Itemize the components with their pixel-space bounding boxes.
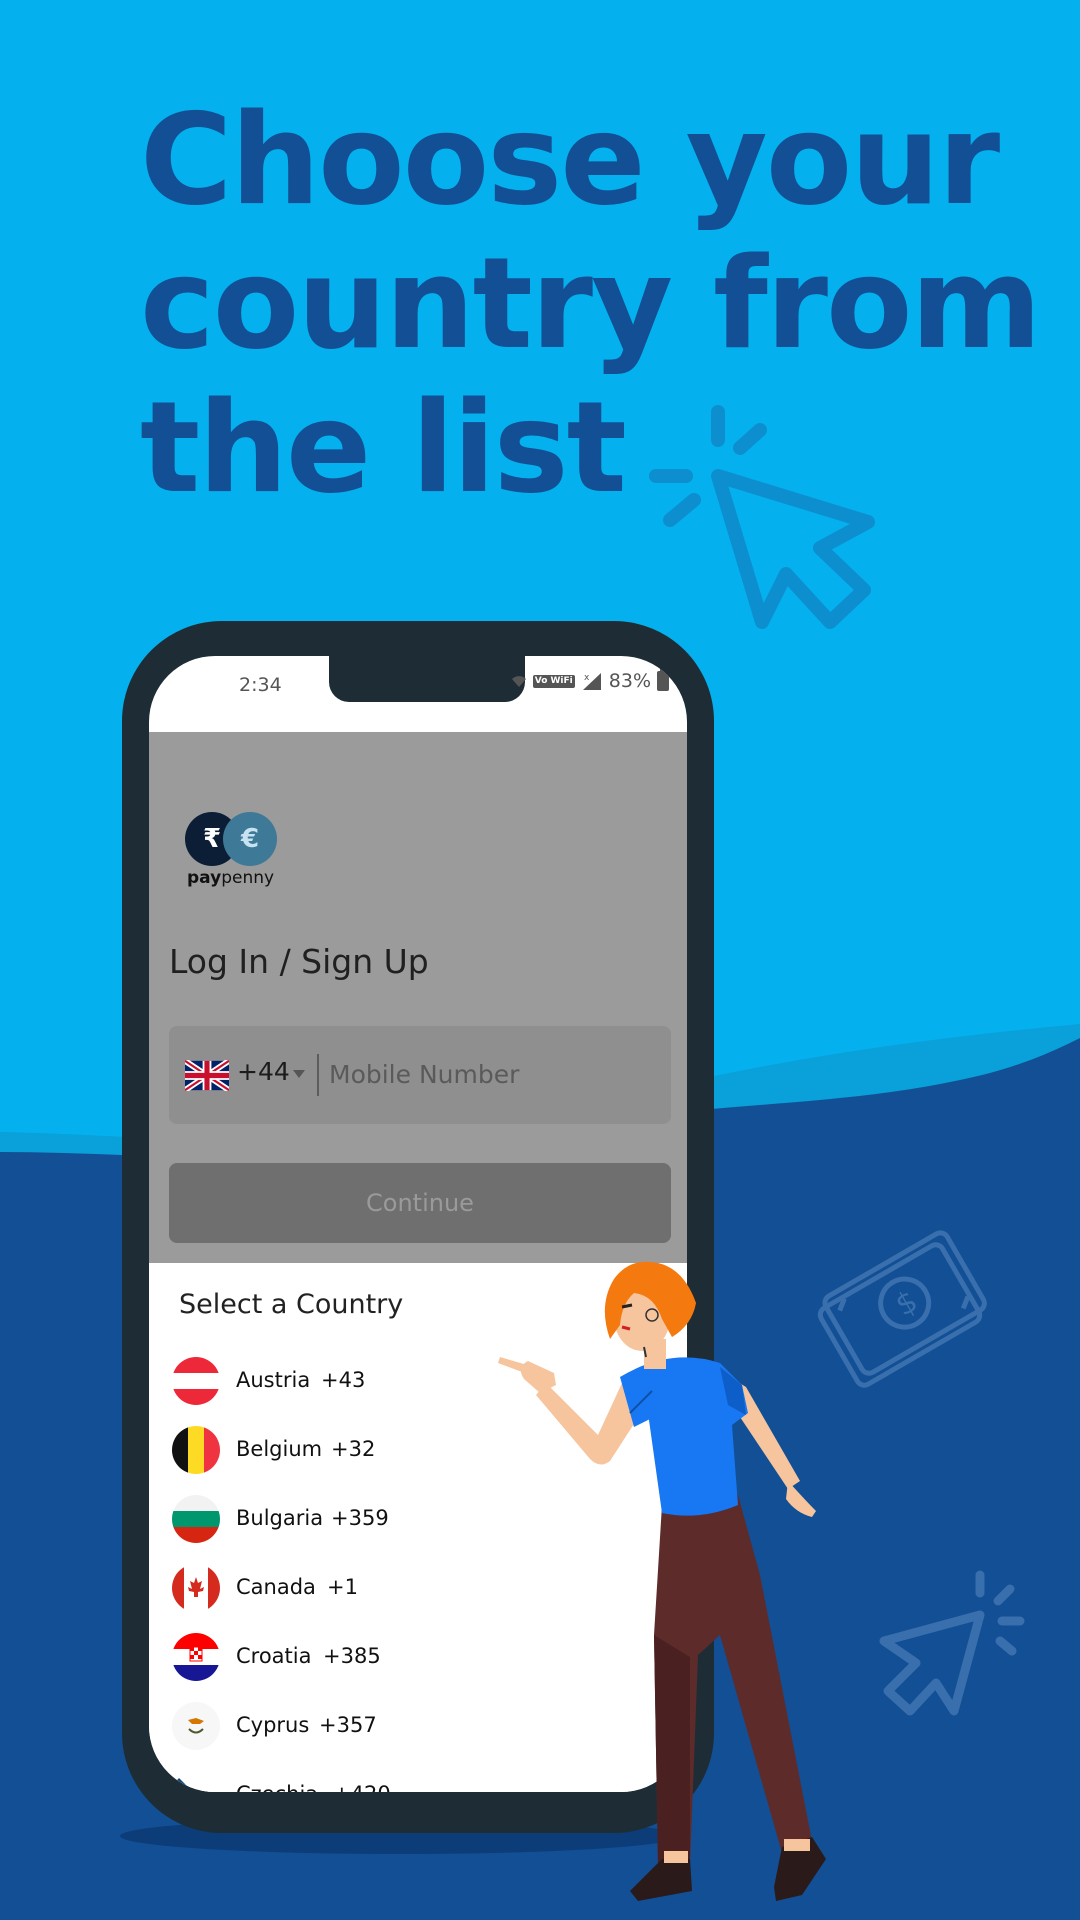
uk-flag-icon[interactable]: [185, 1060, 229, 1091]
status-icons: Vo WiFi x 83%: [511, 668, 669, 692]
paypenny-logo: ₹ € paypenny: [185, 812, 295, 892]
svg-text:$: $: [890, 1284, 924, 1324]
bulgaria-flag-icon: [172, 1495, 220, 1543]
small-cursor-click-icon: [879, 1570, 1025, 1716]
svg-text:x: x: [584, 673, 590, 683]
mobile-number-input[interactable]: [329, 1052, 649, 1096]
status-time: 2:34: [239, 674, 282, 696]
logo-wordmark: paypenny: [187, 868, 275, 888]
headline: Choose your country from the list: [140, 86, 1042, 521]
headline-line-3: the list: [140, 374, 627, 521]
country-name: Bulgaria: [236, 1506, 324, 1530]
country-name: Czechia: [236, 1782, 318, 1792]
login-screen: ₹ € paypenny Log In / Sign Up +44 Contin…: [149, 732, 687, 1342]
canada-flag-icon: [172, 1564, 220, 1612]
country-dial-code: +1: [327, 1575, 358, 1599]
page-title: Log In / Sign Up: [169, 942, 429, 981]
croatia-flag-icon: [172, 1633, 220, 1681]
czechia-flag-icon: [172, 1771, 220, 1792]
mobile-number-field: +44: [169, 1026, 671, 1124]
country-dial-code: +420: [333, 1782, 391, 1792]
battery-icon: [657, 668, 669, 691]
signal-icon: x: [582, 673, 601, 690]
country-name: Belgium: [236, 1437, 323, 1461]
country-dial-code: +385: [323, 1644, 381, 1668]
phone-notch: [329, 656, 525, 702]
austria-flag-icon: [172, 1357, 220, 1405]
country-dial-code: +32: [331, 1437, 376, 1461]
headline-line-2: country from: [140, 230, 1042, 377]
sheet-title: Select a Country: [179, 1289, 404, 1320]
woman-pointing-illustration: [498, 1261, 826, 1901]
continue-button[interactable]: Continue: [169, 1163, 671, 1243]
country-dial-code: +357: [319, 1713, 377, 1737]
country-name: Cyprus: [236, 1713, 310, 1737]
cursor-click-icon: [649, 405, 875, 629]
country-code-selector[interactable]: +44: [237, 1057, 290, 1086]
cyprus-flag-icon: [172, 1702, 220, 1750]
country-name: Canada: [236, 1575, 316, 1599]
country-dial-code: +359: [331, 1506, 389, 1530]
belgium-flag-icon: [172, 1426, 220, 1474]
battery-percent: 83%: [608, 670, 651, 692]
vowifi-badge: Vo WiFi: [532, 674, 575, 688]
caret-down-icon[interactable]: [293, 1070, 305, 1078]
euro-coin-icon: €: [223, 812, 277, 866]
divider: [317, 1054, 319, 1096]
headline-line-1: Choose your: [140, 86, 1000, 233]
wifi-icon: [511, 676, 526, 687]
country-dial-code: +43: [321, 1368, 366, 1392]
country-name: Austria: [236, 1368, 311, 1392]
country-name: Croatia: [236, 1644, 312, 1668]
